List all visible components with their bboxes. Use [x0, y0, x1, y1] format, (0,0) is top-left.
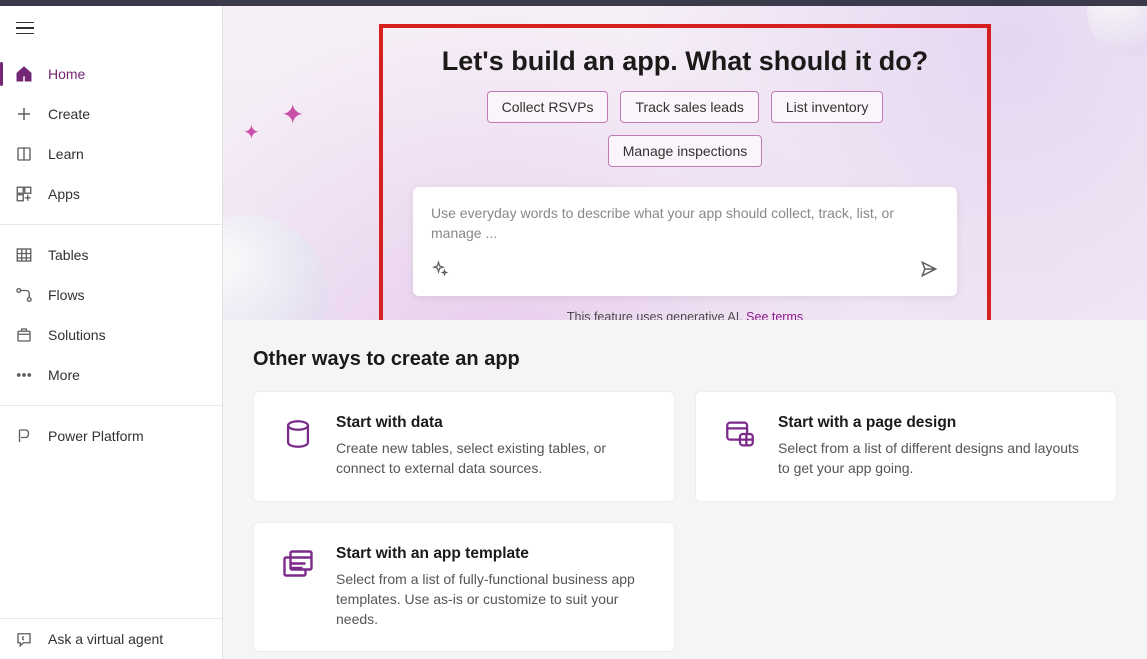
- sidebar-item-label: Create: [48, 106, 90, 122]
- card-title: Start with data: [336, 414, 650, 432]
- sparkle-icon: ✦: [281, 98, 304, 131]
- main-area: ✦ ✦ Let's build an app. What should it d…: [223, 6, 1147, 659]
- more-icon: [14, 365, 34, 385]
- sidebar-item-label: Apps: [48, 186, 80, 202]
- flow-icon: [14, 285, 34, 305]
- sidebar-item-solutions[interactable]: Solutions: [0, 315, 222, 355]
- divider: [0, 224, 222, 225]
- ai-disclaimer: This feature uses generative AI. See ter…: [413, 310, 957, 320]
- sparkle-ai-icon[interactable]: [431, 260, 449, 283]
- sidebar-item-label: Ask a virtual agent: [48, 631, 163, 647]
- sidebar-item-label: Tables: [48, 247, 88, 263]
- sidebar-item-tables[interactable]: Tables: [0, 235, 222, 275]
- send-button[interactable]: [919, 259, 939, 284]
- sidebar-item-more[interactable]: More: [0, 355, 222, 395]
- sparkle-icon: ✦: [243, 120, 260, 145]
- sidebar-item-flows[interactable]: Flows: [0, 275, 222, 315]
- suggestion-chip-manage-inspections[interactable]: Manage inspections: [608, 135, 763, 167]
- sidebar: Home Create Learn Apps: [0, 6, 223, 659]
- suggestion-chip-list-inventory[interactable]: List inventory: [771, 91, 883, 123]
- ask-virtual-agent-button[interactable]: Ask a virtual agent: [0, 619, 222, 659]
- hero-section: ✦ ✦ Let's build an app. What should it d…: [223, 6, 1147, 320]
- sidebar-item-learn[interactable]: Learn: [0, 134, 222, 174]
- decorative-blob: [223, 215, 328, 320]
- layout-icon: [720, 414, 760, 454]
- hero-title: Let's build an app. What should it do?: [413, 46, 957, 77]
- card-desc: Create new tables, select existing table…: [336, 438, 650, 479]
- power-platform-icon: [14, 426, 34, 446]
- hamburger-menu-button[interactable]: [16, 22, 34, 35]
- chat-icon: [14, 629, 34, 649]
- suggestion-chip-track-sales-leads[interactable]: Track sales leads: [620, 91, 758, 123]
- apps-icon: [14, 184, 34, 204]
- card-title: Start with an app template: [336, 545, 650, 563]
- sidebar-item-apps[interactable]: Apps: [0, 174, 222, 214]
- card-desc: Select from a list of different designs …: [778, 438, 1092, 479]
- database-icon: [278, 414, 318, 454]
- sidebar-item-label: More: [48, 367, 80, 383]
- card-desc: Select from a list of fully-functional b…: [336, 569, 650, 630]
- home-icon: [14, 64, 34, 84]
- see-terms-link[interactable]: See terms: [746, 310, 803, 320]
- card-start-with-data[interactable]: Start with data Create new tables, selec…: [253, 391, 675, 502]
- sidebar-item-label: Learn: [48, 146, 84, 162]
- sidebar-item-label: Power Platform: [48, 428, 144, 444]
- decorative-blob: [1087, 6, 1147, 56]
- prompt-input[interactable]: Use everyday words to describe what your…: [431, 203, 939, 245]
- section-title: Other ways to create an app: [253, 348, 1117, 371]
- copilot-prompt-box[interactable]: Use everyday words to describe what your…: [413, 187, 957, 296]
- sidebar-item-create[interactable]: Create: [0, 94, 222, 134]
- sidebar-item-label: Flows: [48, 287, 85, 303]
- suggestion-chip-collect-rsvps[interactable]: Collect RSVPs: [487, 91, 609, 123]
- table-icon: [14, 245, 34, 265]
- other-ways-section: Other ways to create an app Start with d…: [223, 320, 1147, 659]
- copilot-highlight-box: Let's build an app. What should it do? C…: [379, 24, 991, 320]
- ai-disclaimer-text: This feature uses generative AI.: [567, 310, 746, 320]
- sidebar-item-label: Solutions: [48, 327, 106, 343]
- card-start-with-page-design[interactable]: Start with a page design Select from a l…: [695, 391, 1117, 502]
- card-start-with-template[interactable]: Start with an app template Select from a…: [253, 522, 675, 653]
- card-title: Start with a page design: [778, 414, 1092, 432]
- template-icon: [278, 545, 318, 585]
- solutions-icon: [14, 325, 34, 345]
- divider: [0, 405, 222, 406]
- book-icon: [14, 144, 34, 164]
- sidebar-item-label: Home: [48, 66, 85, 82]
- sidebar-item-power-platform[interactable]: Power Platform: [0, 416, 222, 456]
- sidebar-item-home[interactable]: Home: [0, 54, 222, 94]
- plus-icon: [14, 104, 34, 124]
